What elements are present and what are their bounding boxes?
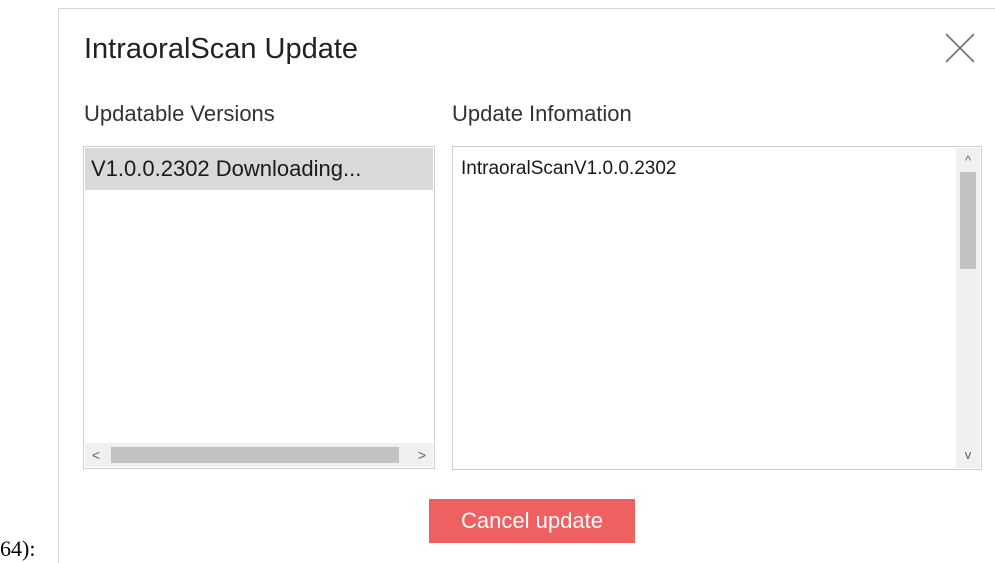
update-information-label: Update Infomation (452, 101, 632, 126)
updatable-versions-label: Updatable Versions (84, 101, 275, 126)
version-list-item[interactable]: V1.0.0.2302 Downloading... (85, 148, 433, 190)
scroll-up-arrow-icon[interactable]: ^ (956, 150, 980, 172)
vertical-scrollbar[interactable]: ^ v (956, 148, 980, 468)
dialog-title: IntraoralScan Update (84, 33, 359, 65)
scroll-down-arrow-icon[interactable]: v (956, 444, 980, 466)
vertical-scroll-thumb[interactable] (960, 172, 976, 269)
close-button[interactable] (939, 27, 981, 69)
stray-text: 64): (0, 536, 36, 561)
horizontal-scrollbar[interactable]: < > (85, 443, 433, 467)
versions-list[interactable]: V1.0.0.2302 Downloading... < > (83, 146, 435, 469)
update-dialog: IntraoralScan Update Updatable Versions … (58, 8, 995, 563)
horizontal-scroll-thumb[interactable] (111, 447, 399, 463)
cancel-update-button[interactable]: Cancel update (429, 499, 635, 543)
scroll-left-arrow-icon[interactable]: < (85, 443, 107, 467)
update-info-textbox[interactable]: IntraoralScanV1.0.0.2302 ^ v (452, 146, 982, 470)
update-info-text: IntraoralScanV1.0.0.2302 (461, 158, 677, 179)
close-icon (945, 33, 975, 63)
scroll-right-arrow-icon[interactable]: > (411, 443, 433, 467)
